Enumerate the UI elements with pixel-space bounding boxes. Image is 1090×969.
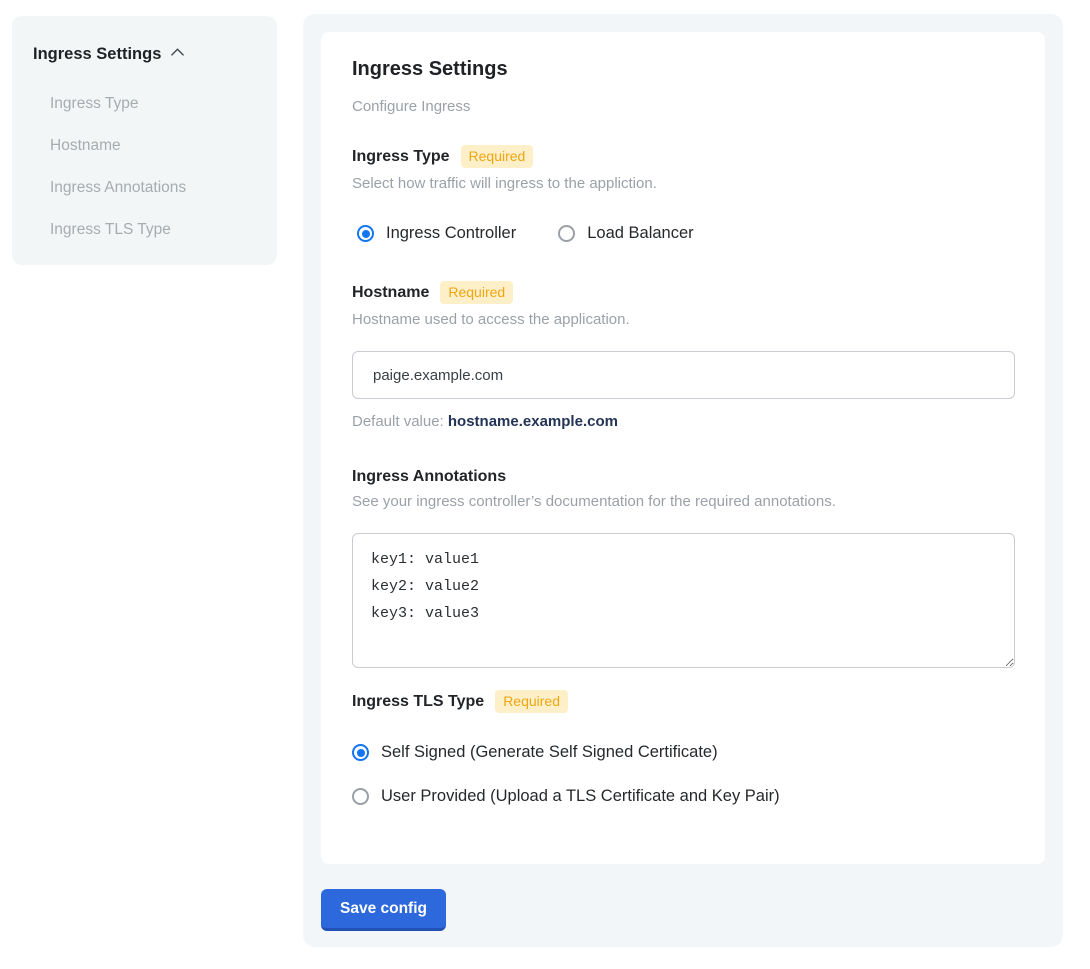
radio-load-balancer-label: Load Balancer <box>587 224 693 243</box>
hostname-default-prefix: Default value: <box>352 413 448 430</box>
ingress-settings-panel: Ingress Settings Configure Ingress Ingre… <box>303 14 1063 947</box>
ingress-type-radio-group: Ingress Controller Load Balancer <box>352 224 1015 243</box>
ingress-annotations-textarea[interactable]: key1: value1 key2: value2 key3: value3 <box>352 533 1015 668</box>
radio-ingress-controller[interactable]: Ingress Controller <box>357 224 516 243</box>
field-group-hostname: Hostname Required Hostname used to acces… <box>352 281 1015 430</box>
required-badge: Required <box>461 145 534 168</box>
radio-unselected-icon[interactable] <box>558 225 575 242</box>
radio-user-provided[interactable]: User Provided (Upload a TLS Certificate … <box>352 787 1015 806</box>
ingress-tls-radio-group: Self Signed (Generate Self Signed Certif… <box>352 743 1015 806</box>
radio-self-signed-label: Self Signed (Generate Self Signed Certif… <box>381 743 718 762</box>
sidebar-item-list: Ingress Type Hostname Ingress Annotation… <box>33 83 277 251</box>
radio-load-balancer[interactable]: Load Balancer <box>558 224 693 243</box>
radio-self-signed[interactable]: Self Signed (Generate Self Signed Certif… <box>352 743 1015 762</box>
sidebar-item-ingress-type[interactable]: Ingress Type <box>33 83 277 125</box>
page-title: Ingress Settings <box>352 58 1015 81</box>
ingress-settings-card: Ingress Settings Configure Ingress Ingre… <box>321 32 1045 864</box>
sidebar-item-ingress-annotations[interactable]: Ingress Annotations <box>33 167 277 209</box>
page-subtitle: Configure Ingress <box>352 98 1015 115</box>
ingress-annotations-help: See your ingress controller’s documentat… <box>352 493 1015 510</box>
radio-ingress-controller-label: Ingress Controller <box>386 224 516 243</box>
hostname-label: Hostname <box>352 284 429 302</box>
chevron-up-icon <box>170 43 185 65</box>
field-group-ingress-tls-type: Ingress TLS Type Required Self Signed (G… <box>352 690 1015 806</box>
save-config-button[interactable]: Save config <box>321 889 446 931</box>
radio-selected-icon[interactable] <box>357 225 374 242</box>
settings-sidebar: Ingress Settings Ingress Type Hostname I… <box>12 16 277 265</box>
required-badge: Required <box>440 281 513 304</box>
ingress-type-help: Select how traffic will ingress to the a… <box>352 175 1015 192</box>
hostname-default-strong: hostname.example.com <box>448 413 618 430</box>
radio-selected-icon[interactable] <box>352 744 369 761</box>
sidebar-section-ingress-settings[interactable]: Ingress Settings <box>33 43 277 65</box>
field-group-ingress-annotations: Ingress Annotations See your ingress con… <box>352 468 1015 668</box>
hostname-input[interactable] <box>352 351 1015 399</box>
hostname-default-value: Default value: hostname.example.com <box>352 413 1015 430</box>
required-badge: Required <box>495 690 568 713</box>
field-group-ingress-type: Ingress Type Required Select how traffic… <box>352 145 1015 243</box>
sidebar-item-hostname[interactable]: Hostname <box>33 125 277 167</box>
sidebar-item-ingress-tls-type[interactable]: Ingress TLS Type <box>33 209 277 251</box>
radio-unselected-icon[interactable] <box>352 788 369 805</box>
ingress-type-label: Ingress Type <box>352 148 450 166</box>
ingress-annotations-label: Ingress Annotations <box>352 468 506 486</box>
radio-user-provided-label: User Provided (Upload a TLS Certificate … <box>381 787 780 806</box>
hostname-help: Hostname used to access the application. <box>352 311 1015 328</box>
sidebar-section-label: Ingress Settings <box>33 45 161 64</box>
ingress-tls-type-label: Ingress TLS Type <box>352 693 484 711</box>
